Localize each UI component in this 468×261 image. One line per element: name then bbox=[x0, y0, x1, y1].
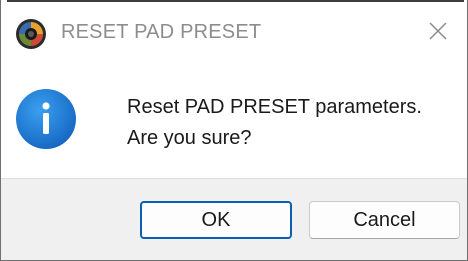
close-button[interactable] bbox=[415, 12, 461, 54]
info-icon bbox=[14, 87, 78, 151]
title-bar-edge bbox=[7, 0, 464, 2]
app-logo-icon bbox=[15, 18, 47, 50]
ok-button[interactable]: OK bbox=[140, 201, 292, 239]
dialog-message: Reset PAD PRESET parameters. Are you sur… bbox=[127, 92, 422, 154]
message-dialog: RESET PAD PRESET Reset PAD PRESET parame… bbox=[0, 0, 468, 261]
dialog-content: Reset PAD PRESET parameters. Are you sur… bbox=[1, 68, 467, 178]
cancel-button[interactable]: Cancel bbox=[309, 201, 460, 239]
message-line-2: Are you sure? bbox=[127, 127, 252, 149]
title-bar[interactable]: RESET PAD PRESET bbox=[1, 0, 467, 68]
window-title: RESET PAD PRESET bbox=[61, 21, 262, 43]
close-icon bbox=[428, 21, 448, 46]
dialog-footer: OK Cancel bbox=[1, 178, 467, 260]
message-line-1: Reset PAD PRESET parameters. bbox=[127, 96, 422, 118]
